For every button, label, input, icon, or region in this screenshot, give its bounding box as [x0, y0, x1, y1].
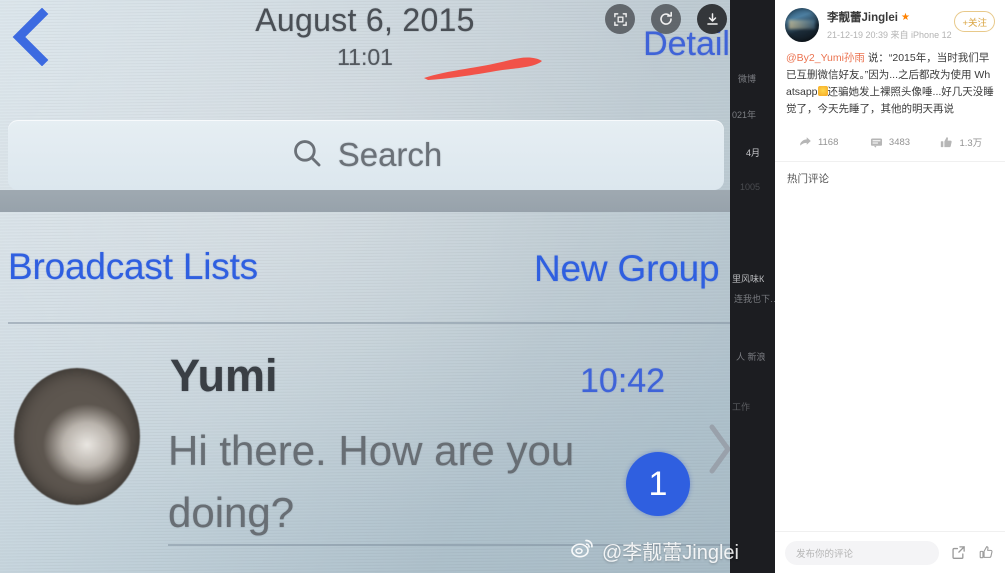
red-scribble-annotation — [418, 52, 548, 84]
unread-badge: 1 — [626, 452, 690, 516]
weibo-post-panel: 李靓蕾Jinglei ★ 21-12-19 20:39 来自 iPhone 12… — [775, 0, 1005, 573]
emoji-icon — [817, 86, 828, 96]
weibo-watermark: @李靓蕾Jinglei — [571, 536, 739, 565]
comment-footer: 发布你的评论 — [775, 531, 1005, 573]
avatar — [14, 368, 140, 505]
comment-count: 3483 — [888, 136, 911, 148]
share-action[interactable]: 1168 — [783, 136, 854, 149]
viewer-backdrop-strip: 微博 021年 4月 1005 里风味К 连我也下… 人 新浪 工作 — [730, 0, 775, 573]
row-hairline-top — [8, 322, 732, 324]
like-count: 1.3万 — [959, 138, 983, 149]
like-action[interactable]: 1.3万 — [926, 135, 997, 149]
like-icon — [941, 136, 953, 147]
photo-viewer: August 6, 2015 11:01 Details Search Broa… — [0, 0, 775, 573]
post-text: @By2_Yumi孙雨 说：“2015年，当时我们早已互删微信好友。”因为...… — [775, 46, 1005, 118]
chat-contact-name: Yumi — [170, 350, 278, 401]
chat-timestamp: 10:42 — [580, 362, 666, 400]
chat-preview-message: Hi there. How are you doing? — [168, 427, 575, 537]
comment-input-placeholder: 发布你的评论 — [796, 548, 854, 560]
photo-time: 11:01 — [337, 44, 393, 70]
post-action-bar: 1168 3483 1.3万 — [775, 135, 1005, 149]
follow-button[interactable]: +关注 — [954, 11, 995, 32]
comment-icon — [870, 137, 882, 148]
comment-input[interactable]: 发布你的评论 — [785, 540, 939, 565]
watermark-text: @李靓蕾Jinglei — [601, 542, 739, 564]
weibo-logo-icon — [571, 538, 595, 564]
comments-list-empty — [775, 195, 1005, 531]
list-section-divider — [0, 190, 740, 212]
search-field: Search — [8, 120, 724, 190]
like-icon[interactable] — [977, 544, 995, 562]
user-name[interactable]: 李靓蕾Jinglei — [827, 9, 898, 25]
user-name-row: 李靓蕾Jinglei ★ — [827, 9, 954, 25]
rotate-icon[interactable] — [651, 4, 681, 34]
verified-badge-icon: ★ — [900, 11, 910, 23]
post-mention[interactable]: @By2_Yumi孙雨 — [786, 52, 865, 64]
hot-comments-title: 热门评论 — [787, 173, 829, 185]
screenshot-root: August 6, 2015 11:01 Details Search Broa… — [0, 0, 1005, 573]
crop-icon[interactable] — [605, 4, 635, 34]
share-icon[interactable] — [949, 544, 967, 562]
viewer-toolbar — [605, 4, 727, 34]
search-icon — [290, 136, 324, 175]
new-group-row: New Group — [534, 248, 720, 289]
broadcast-lists-row: Broadcast Lists — [8, 246, 258, 287]
share-count: 1168 — [817, 136, 839, 148]
post-header: 李靓蕾Jinglei ★ 21-12-19 20:39 来自 iPhone 12… — [775, 0, 1005, 46]
user-avatar[interactable] — [785, 8, 819, 42]
post-meta: 21-12-19 20:39 来自 iPhone 12 Pro ... — [827, 30, 954, 40]
user-meta: 李靓蕾Jinglei ★ 21-12-19 20:39 来自 iPhone 12… — [827, 8, 954, 41]
download-icon[interactable] — [697, 4, 727, 34]
comment-action[interactable]: 3483 — [854, 136, 925, 149]
search-placeholder: Search — [337, 136, 443, 173]
share-icon — [800, 136, 811, 146]
